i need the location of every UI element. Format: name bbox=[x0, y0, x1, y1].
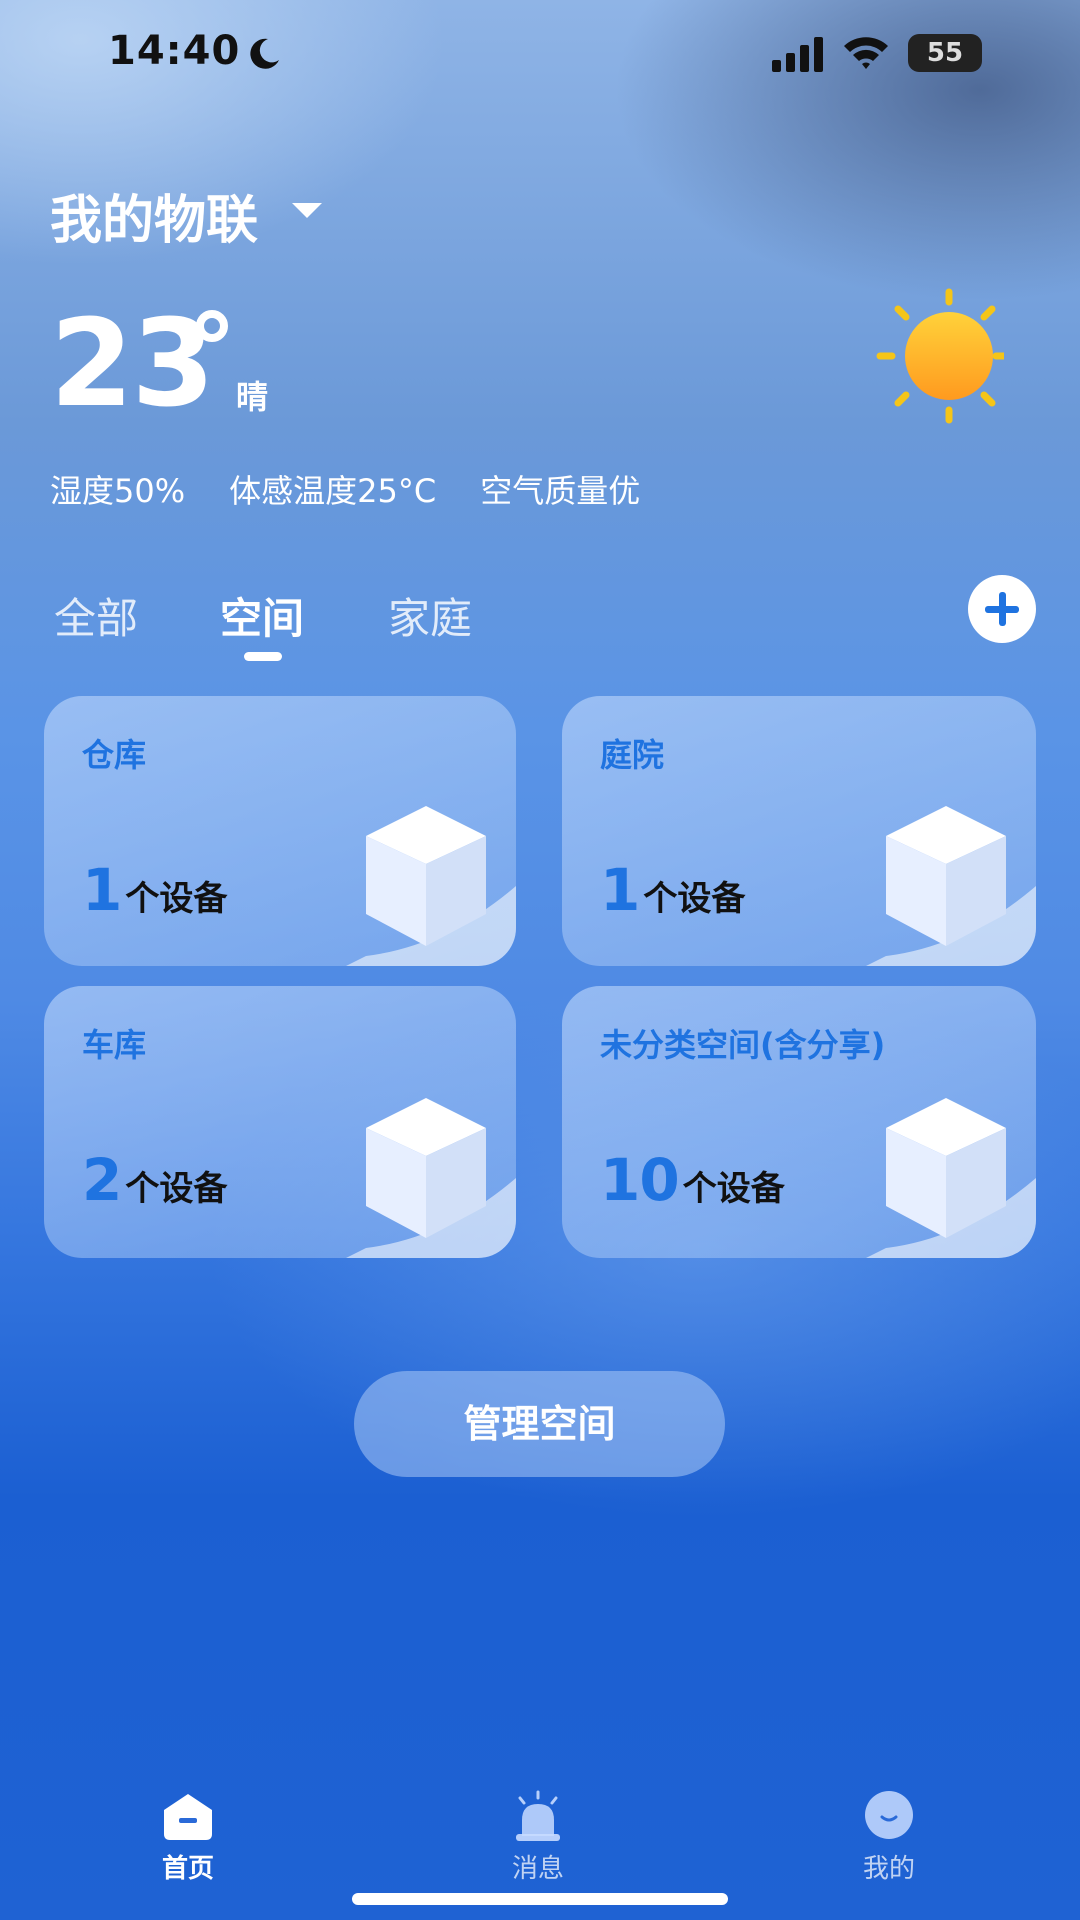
active-tab-indicator bbox=[244, 652, 282, 661]
battery-icon: 55 bbox=[908, 34, 982, 72]
temperature-value: 23 bbox=[50, 295, 215, 434]
weather-condition: 晴 bbox=[236, 378, 269, 416]
device-count: 10 个设备 bbox=[600, 1146, 785, 1214]
feels-like-text: 体感温度25°C bbox=[229, 472, 437, 510]
device-count-number: 1 bbox=[82, 856, 122, 924]
home-indicator-bar bbox=[352, 1893, 728, 1905]
tab-all[interactable]: 全部 bbox=[54, 585, 138, 646]
add-button[interactable] bbox=[968, 575, 1036, 643]
space-card-warehouse[interactable]: 仓库 1 个设备 bbox=[44, 696, 516, 966]
home-selector-title[interactable]: 我的物联 bbox=[50, 178, 258, 253]
device-count-unit: 个设备 bbox=[682, 1169, 785, 1209]
device-count: 1 个设备 bbox=[82, 856, 227, 924]
signal-icon bbox=[772, 37, 823, 72]
smiley-profile-icon bbox=[865, 1791, 913, 1839]
alarm-bell-icon bbox=[516, 1790, 560, 1841]
device-count-number: 2 bbox=[82, 1146, 122, 1214]
moon-icon bbox=[250, 38, 279, 69]
nav-profile[interactable]: 我的 bbox=[829, 1790, 949, 1885]
device-count-unit: 个设备 bbox=[643, 879, 746, 919]
device-count: 2 个设备 bbox=[82, 1146, 227, 1214]
cube-icon bbox=[346, 806, 516, 966]
wifi-icon bbox=[844, 37, 888, 69]
degree-symbol bbox=[196, 310, 228, 342]
device-count-unit: 个设备 bbox=[125, 1169, 228, 1209]
plus-icon bbox=[985, 592, 1019, 626]
cube-icon bbox=[346, 1098, 516, 1258]
device-count: 1 个设备 bbox=[600, 856, 745, 924]
space-name: 未分类空间(含分享) bbox=[600, 1026, 886, 1064]
sun-icon bbox=[876, 288, 1004, 424]
air-quality-text: 空气质量优 bbox=[480, 472, 641, 510]
home-icon bbox=[164, 1794, 212, 1840]
nav-label: 我的 bbox=[862, 1854, 915, 1884]
manage-spaces-button[interactable]: 管理空间 bbox=[354, 1371, 725, 1477]
nav-messages[interactable]: 消息 bbox=[478, 1790, 598, 1885]
tab-family[interactable]: 家庭 bbox=[388, 585, 472, 646]
nav-label: 消息 bbox=[511, 1854, 564, 1884]
device-count-number: 10 bbox=[600, 1146, 680, 1214]
cube-icon bbox=[866, 806, 1036, 966]
device-count-number: 1 bbox=[600, 856, 640, 924]
space-name: 车库 bbox=[82, 1026, 147, 1064]
status-time: 14:40 bbox=[108, 28, 241, 74]
space-card-uncategorized[interactable]: 未分类空间(含分享) 10 个设备 bbox=[562, 986, 1036, 1258]
space-name: 庭院 bbox=[600, 736, 665, 774]
space-card-garage[interactable]: 车库 2 个设备 bbox=[44, 986, 516, 1258]
cube-icon bbox=[866, 1098, 1036, 1258]
space-card-courtyard[interactable]: 庭院 1 个设备 bbox=[562, 696, 1036, 966]
chevron-down-icon[interactable] bbox=[290, 200, 324, 220]
humidity-text: 湿度50% bbox=[50, 472, 186, 510]
weather-details-row: 湿度50% 体感温度25°C 空气质量优 bbox=[50, 466, 684, 512]
nav-label: 首页 bbox=[161, 1854, 214, 1884]
tab-space[interactable]: 空间 bbox=[220, 585, 304, 646]
device-count-unit: 个设备 bbox=[125, 879, 228, 919]
space-name: 仓库 bbox=[82, 736, 147, 774]
nav-home[interactable]: 首页 bbox=[128, 1790, 248, 1885]
